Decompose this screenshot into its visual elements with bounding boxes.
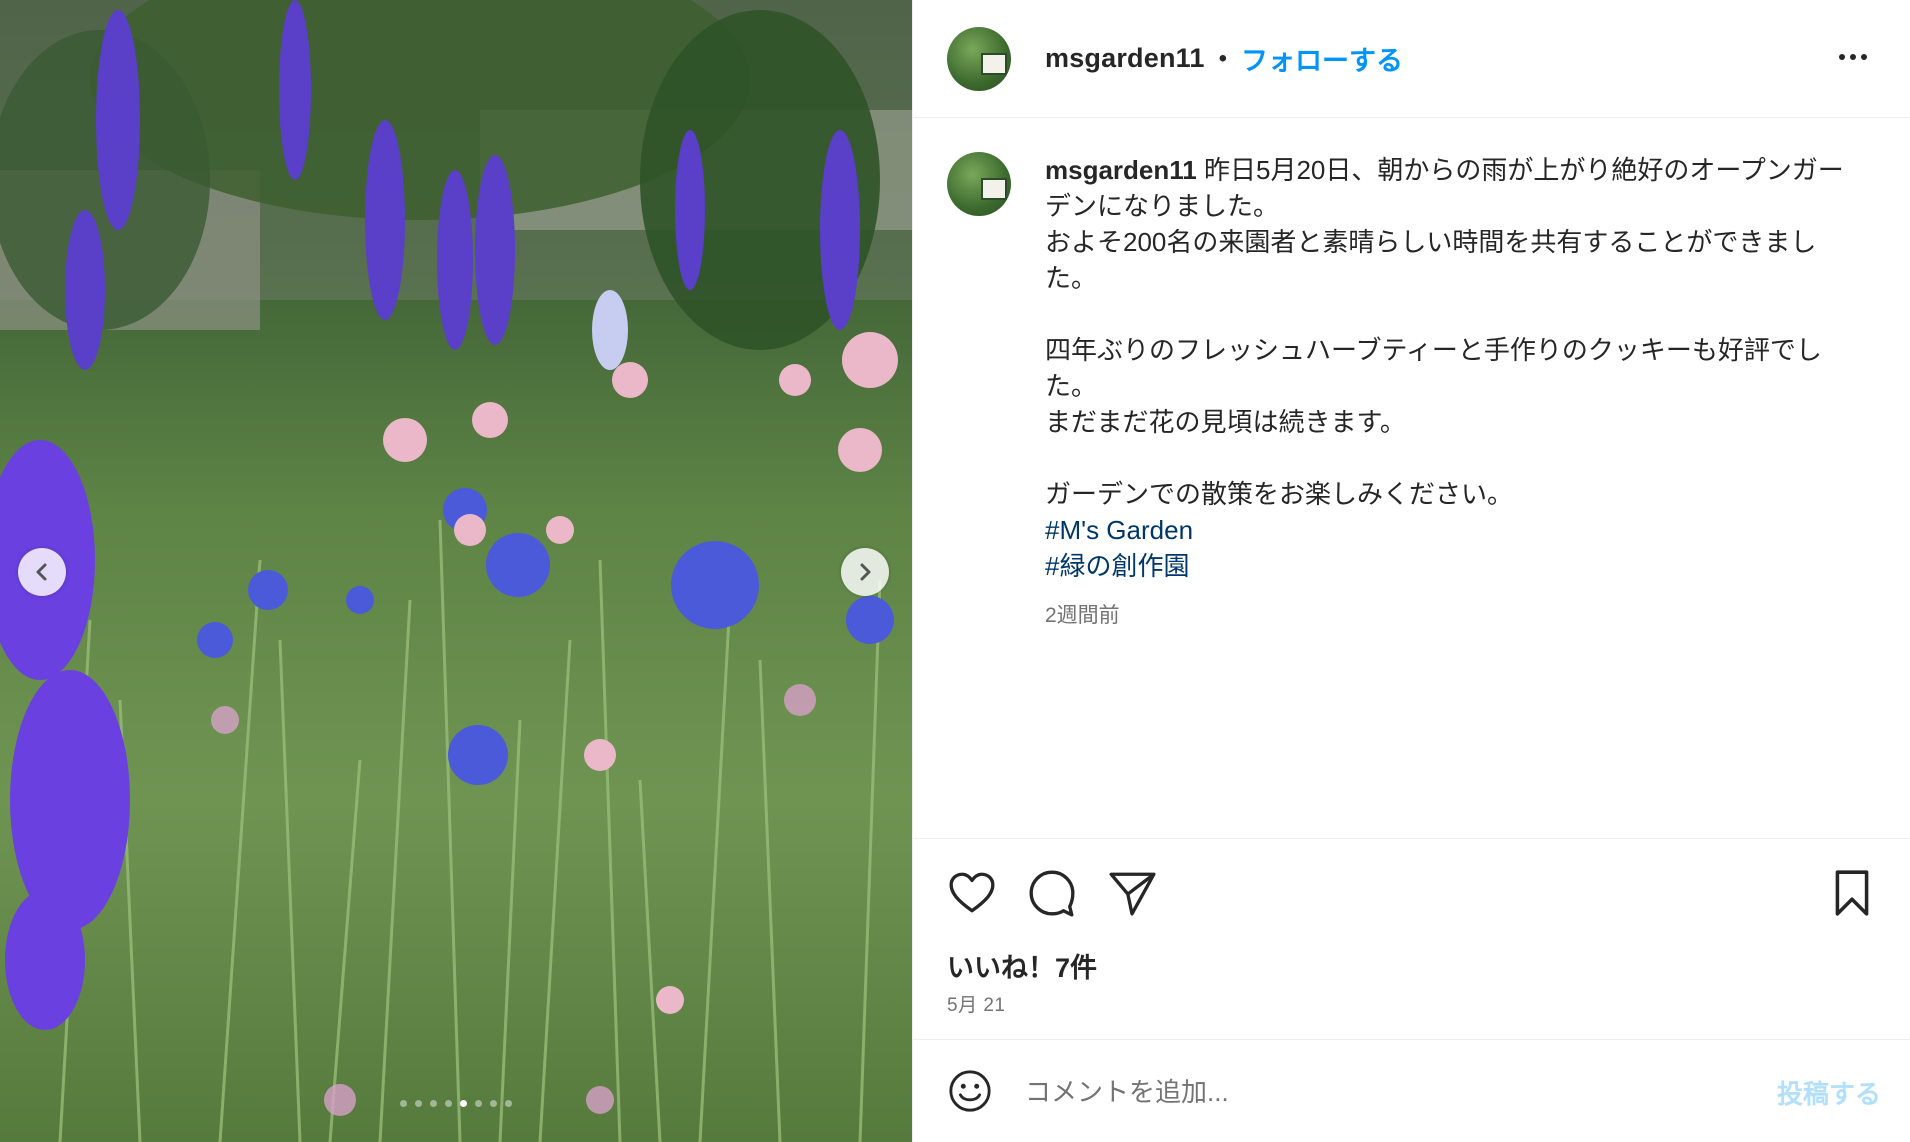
smiley-icon bbox=[949, 1070, 991, 1112]
instagram-post-view: msgarden11 • フォローする msgarden11 昨日5月20日、朝… bbox=[0, 0, 1910, 1142]
share-button[interactable] bbox=[1107, 868, 1157, 918]
caption: msgarden11 昨日5月20日、朝からの雨が上がり絶好のオープンガーデンに… bbox=[947, 152, 1877, 634]
comment-button[interactable] bbox=[1027, 868, 1077, 918]
emoji-button[interactable] bbox=[947, 1068, 993, 1114]
hashtag-link[interactable]: #緑の創作園 bbox=[1045, 548, 1865, 584]
carousel-indicator bbox=[0, 1100, 912, 1107]
carousel-dot bbox=[415, 1100, 422, 1107]
divider bbox=[913, 838, 1910, 839]
carousel-dot bbox=[490, 1100, 497, 1107]
carousel-prev-button[interactable] bbox=[18, 548, 66, 596]
separator-dot: • bbox=[1218, 44, 1227, 72]
action-bar bbox=[947, 868, 1877, 918]
hashtag-list: #M's Garden #緑の創作園 bbox=[1045, 512, 1865, 584]
post-header: msgarden11 • フォローする bbox=[913, 0, 1910, 118]
more-horizontal-icon bbox=[1839, 54, 1845, 60]
comment-bar: 投稿する bbox=[913, 1040, 1910, 1142]
carousel-dot bbox=[430, 1100, 437, 1107]
follow-button[interactable]: フォローする bbox=[1241, 39, 1403, 78]
post-details-panel: msgarden11 • フォローする msgarden11 昨日5月20日、朝… bbox=[912, 0, 1910, 1142]
post-date: 5月 21 bbox=[947, 995, 1006, 1016]
hashtag-link[interactable]: #M's Garden bbox=[1045, 512, 1865, 548]
carousel-dot bbox=[505, 1100, 512, 1107]
comment-icon bbox=[1029, 870, 1075, 917]
carousel-dot bbox=[445, 1100, 452, 1107]
post-comment-button[interactable]: 投稿する bbox=[1777, 1074, 1881, 1111]
send-icon bbox=[1109, 872, 1156, 916]
likes-count[interactable]: いいね！7件 bbox=[947, 946, 1097, 985]
caption-time: 2週間前 bbox=[1045, 604, 1120, 627]
carousel-next-button[interactable] bbox=[841, 548, 889, 596]
avatar[interactable] bbox=[947, 26, 1011, 91]
caption-text: 昨日5月20日、朝からの雨が上がり絶好のオープンガーデンになりました。 およそ2… bbox=[1045, 155, 1844, 509]
carousel-dot bbox=[460, 1100, 467, 1107]
username-link[interactable]: msgarden11 bbox=[1045, 43, 1205, 74]
save-button[interactable] bbox=[1827, 868, 1877, 918]
carousel-dot bbox=[400, 1100, 407, 1107]
garden-photo bbox=[0, 0, 912, 1142]
comment-input[interactable] bbox=[1023, 1070, 1727, 1114]
carousel-dot bbox=[475, 1100, 482, 1107]
like-button[interactable] bbox=[947, 868, 997, 918]
caption-username[interactable]: msgarden11 bbox=[1045, 155, 1197, 185]
heart-icon bbox=[949, 872, 995, 913]
chevron-left-icon bbox=[36, 563, 47, 581]
post-media[interactable] bbox=[0, 0, 912, 1142]
more-options-button[interactable] bbox=[1839, 45, 1875, 69]
caption-avatar[interactable] bbox=[947, 152, 1011, 216]
caption-body: msgarden11 昨日5月20日、朝からの雨が上がり絶好のオープンガーデンに… bbox=[1045, 152, 1865, 634]
bookmark-icon bbox=[1835, 870, 1869, 916]
chevron-right-icon bbox=[860, 563, 871, 581]
